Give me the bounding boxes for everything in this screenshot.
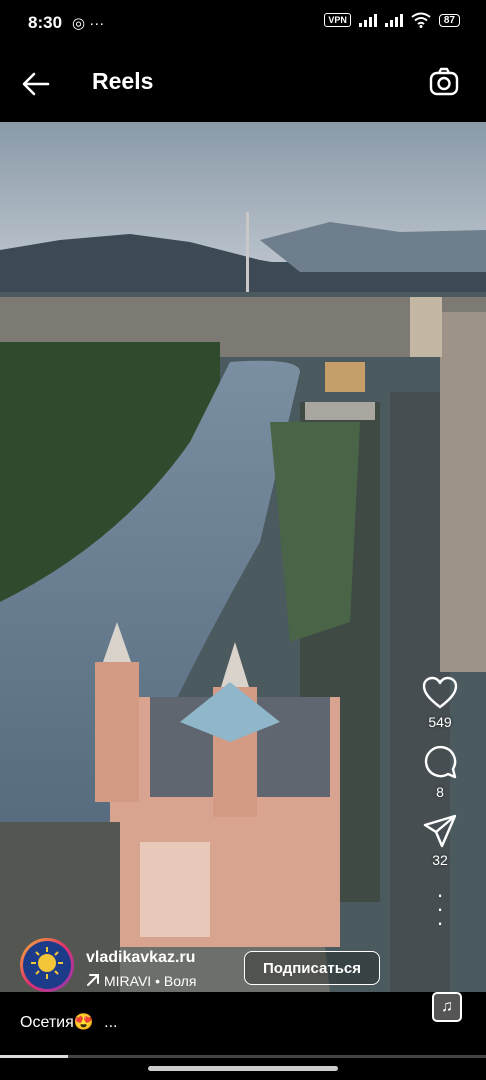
share-icon[interactable] [422,814,458,848]
comment-icon[interactable] [422,744,458,780]
caption[interactable]: Осетия😍 ... [20,1012,117,1032]
signal-icon-2 [384,13,403,27]
likes-count: 549 [428,714,452,730]
caption-more[interactable]: ... [104,1014,117,1031]
page-title: Reels [92,68,154,94]
comments-count: 8 [436,784,444,800]
signal-icon [358,13,377,27]
arrow-up-right-icon [87,974,99,986]
camera-icon[interactable] [428,66,460,98]
avatar-image [23,941,71,989]
music-info[interactable]: MIRAVI • Воля [86,973,196,989]
action-column: 549 8 32 · · · [412,676,468,934]
status-right-icons: VPN 87 [324,12,460,28]
subscribe-button[interactable]: Подписаться [244,951,380,985]
author-row: vladikavkaz.ru MIRAVI • Воля Подписаться [20,938,486,998]
avatar[interactable] [20,938,74,992]
status-time: 8:30 [28,13,63,32]
music-note-icon: ♫ [441,998,453,1015]
music-label: MIRAVI • Воля [104,973,197,989]
wifi-icon [411,12,431,28]
header: Reels [0,46,486,122]
like-heart-icon[interactable] [422,676,458,710]
progress-bar[interactable] [0,1055,486,1058]
caption-text: Осетия😍 [20,1014,94,1031]
more-options-icon[interactable]: · · · [436,884,443,934]
notification-icons: ◎ ··· [72,15,105,32]
username[interactable]: vladikavkaz.ru [86,949,195,967]
home-indicator[interactable] [148,1066,338,1071]
progress-fill [0,1055,69,1058]
back-arrow-icon[interactable] [20,68,52,100]
battery-icon: 87 [438,13,460,27]
audio-track-button[interactable]: ♫ [432,992,462,1022]
vpn-icon: VPN [324,13,351,27]
shares-count: 32 [432,852,448,868]
sun-logo-icon [31,947,63,979]
status-bar: 8:30 ◎ ··· VPN 87 [0,0,486,46]
